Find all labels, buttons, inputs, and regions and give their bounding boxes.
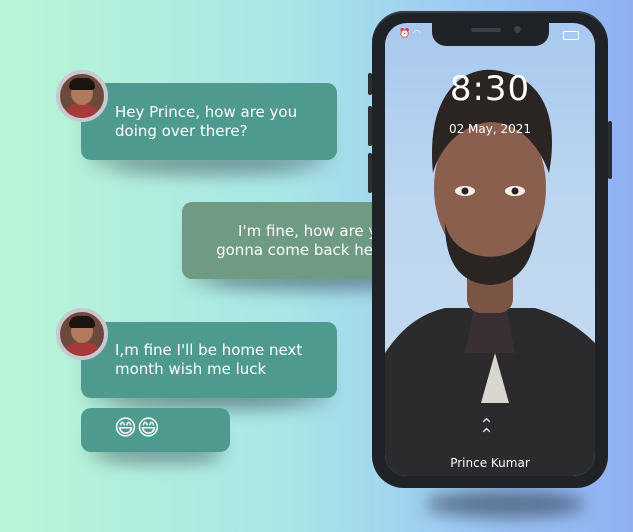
bubble-shadow <box>100 450 220 464</box>
lock-date: 02 May, 2021 <box>448 122 532 136</box>
phone-frame: ⏰ ◠ 8:30 02 May, 2021 ⌃ ⌃ Prince Kumar <box>368 11 612 488</box>
wifi-icon: ◠ <box>413 29 421 39</box>
speaker-grille <box>471 28 501 32</box>
volume-up-button[interactable] <box>368 73 372 95</box>
sender-avatar[interactable] <box>56 308 108 360</box>
phone-shadow <box>425 490 585 518</box>
front-camera <box>514 26 521 33</box>
battery-icon <box>563 31 579 40</box>
message-text: Hey Prince, how are you doing over there… <box>115 103 298 140</box>
phone-notch <box>432 23 549 46</box>
message-text: I,m fine I'll be home next month wish me… <box>115 341 303 378</box>
mute-switch[interactable] <box>368 153 372 193</box>
emoji-text: 😄😄 <box>114 416 160 441</box>
message-bubble-emoji: 😄😄 <box>81 408 230 452</box>
lock-screen[interactable]: ⏰ ◠ 8:30 02 May, 2021 ⌃ ⌃ Prince Kumar <box>385 23 595 476</box>
message-text: I'm fine, how are you gonna come back he… <box>216 222 396 259</box>
swipe-up-icon[interactable]: ⌃ ⌃ <box>479 417 494 445</box>
lock-time: 8:30 <box>449 69 531 109</box>
power-button[interactable] <box>608 121 612 179</box>
message-bubble-incoming: Hey Prince, how are you doing over there… <box>81 83 337 160</box>
message-bubble-incoming: I,m fine I'll be home next month wish me… <box>81 322 337 398</box>
bubble-shadow <box>110 158 310 176</box>
volume-down-button[interactable] <box>368 106 372 146</box>
owner-name: Prince Kumar <box>450 456 530 470</box>
sender-avatar[interactable] <box>56 70 108 122</box>
alarm-icon: ⏰ <box>399 29 411 39</box>
